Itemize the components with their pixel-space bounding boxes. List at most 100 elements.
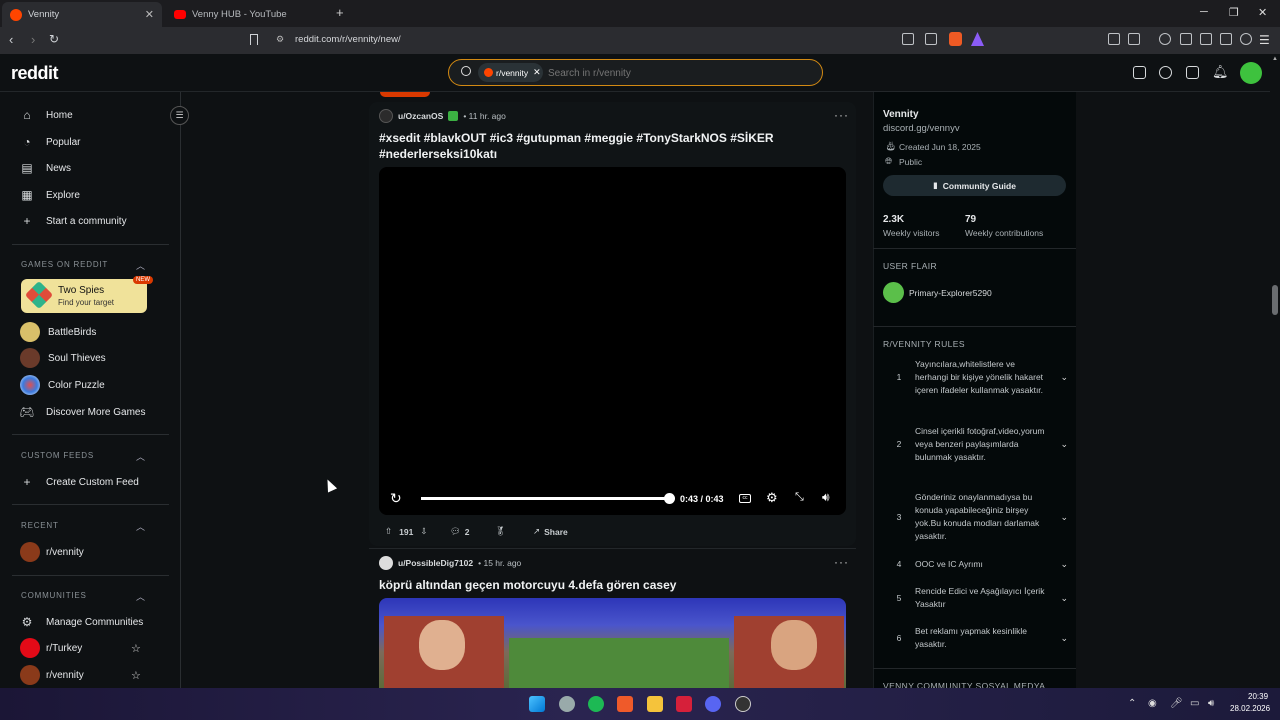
sidebar-item-news[interactable]: ▤ News — [20, 156, 71, 180]
sidebar-item-soul-thieves[interactable]: Soul Thieves — [20, 346, 106, 370]
rule-item[interactable]: 5 Rencide Edici ve Aşağılayıcı İçerik Ya… — [883, 585, 1068, 611]
microphone-icon[interactable]: 🎤︎ — [1170, 698, 1183, 709]
chevron-down-icon[interactable]: ⌄ — [1060, 558, 1068, 571]
sidebar-item-explore[interactable]: ▦ Explore — [20, 183, 80, 207]
menu-icon[interactable]: ☰ — [1259, 33, 1270, 47]
comments-button[interactable]: 💬︎ 2 — [450, 526, 470, 537]
tab-vennity[interactable]: Vennity ✕ — [2, 2, 162, 27]
brave-browser-icon[interactable] — [617, 696, 633, 712]
sidebar-item-turkey[interactable]: r/Turkey — [20, 636, 82, 660]
favorite-star-icon[interactable]: ☆ — [131, 642, 141, 655]
seek-handle[interactable] — [664, 493, 675, 504]
rule-item[interactable]: 1 Yayıncılara,whitelistlere ve herhangi … — [883, 358, 1068, 397]
sidebar-item-color-puzzle[interactable]: Color Puzzle — [20, 373, 105, 397]
maximize-button[interactable]: ❐ — [1229, 6, 1239, 19]
scroll-up-icon[interactable]: ▲ — [1272, 56, 1278, 62]
custom-feeds-header[interactable]: CUSTOM FEEDS — [21, 451, 94, 460]
sidebar-item-popular[interactable]: ◔ Popular — [20, 130, 80, 154]
chevron-down-icon[interactable]: ⌄ — [1060, 438, 1068, 451]
close-window-button[interactable]: ✕ — [1258, 6, 1267, 19]
chevron-down-icon[interactable]: ⌄ — [1060, 632, 1068, 645]
forward-icon[interactable]: › — [31, 32, 35, 47]
collapse-sidebar-button[interactable]: ☰ — [170, 106, 189, 125]
discord-icon[interactable] — [705, 696, 721, 712]
captions-icon[interactable]: cc — [739, 494, 751, 503]
sidebar-item-discover-games[interactable]: 🎮︎ Discover More Games — [19, 400, 145, 424]
user-avatar[interactable] — [379, 109, 393, 123]
reddit-logo[interactable]: reddit — [11, 63, 59, 84]
close-tab-icon[interactable]: ✕ — [145, 8, 154, 21]
cast-icon[interactable] — [902, 33, 914, 45]
scrollbar-thumb[interactable] — [1272, 285, 1278, 315]
volume-icon[interactable]: 🔊︎ — [822, 490, 830, 505]
new-tab-button[interactable]: + — [336, 5, 344, 20]
community-guide-button[interactable]: ▮ Community Guide — [883, 175, 1066, 196]
video-thumbnail[interactable] — [379, 598, 846, 688]
community-link[interactable]: discord.gg/vennyv — [883, 123, 960, 134]
chevron-up-icon[interactable]: ︿ — [136, 259, 145, 272]
chevron-down-icon[interactable]: ⌄ — [1060, 592, 1068, 605]
user-avatar[interactable] — [379, 556, 393, 570]
fullscreen-icon[interactable]: ⤡ — [795, 491, 804, 504]
sidebar-toggle-icon[interactable] — [1180, 33, 1192, 45]
post-title[interactable]: #xsedit #blavkOUT #ic3 #gutupman #meggie… — [379, 130, 799, 162]
clear-chip-icon[interactable]: ✕ — [533, 67, 541, 78]
media-icon[interactable] — [1159, 33, 1171, 45]
chevron-up-icon[interactable]: ︿ — [136, 520, 145, 533]
video-seek-bar[interactable] — [421, 497, 669, 500]
rule-item[interactable]: 6 Bet reklamı yapmak kesinlikle yasaktır… — [883, 625, 1068, 651]
games-section-header[interactable]: GAMES ON REDDIT — [21, 260, 108, 269]
tab-youtube[interactable]: Venny HUB - YouTube — [166, 2, 331, 27]
taskbar-time[interactable]: 20:39 — [1248, 692, 1268, 701]
bookmark-icon[interactable] — [250, 34, 258, 45]
post-author[interactable]: u/PossibleDig7102 — [398, 558, 473, 568]
manage-communities-item[interactable]: ⚙ Manage Communities — [20, 610, 144, 634]
rule-item[interactable]: 3 Gönderiniz onaylanmadıysa bu konuda ya… — [883, 491, 1068, 543]
tab-search-icon[interactable] — [1128, 33, 1140, 45]
settings-gear-icon[interactable]: ⚙ — [766, 490, 778, 506]
back-icon[interactable]: ‹ — [9, 32, 13, 47]
award-button[interactable]: 🏅︎ — [495, 526, 506, 537]
video-player[interactable] — [379, 167, 846, 515]
brave-shield-icon[interactable] — [949, 32, 962, 46]
discord-tray-icon[interactable]: ◉ — [1148, 698, 1157, 709]
favorite-star-icon[interactable]: ☆ — [131, 669, 141, 682]
sidebar-item-recent-vennity[interactable]: r/vennity — [20, 540, 84, 564]
post-title[interactable]: köprü altından geçen motorcuyu 4.defa gö… — [379, 577, 839, 593]
notifications-bell-icon[interactable]: 🔔︎ — [1212, 64, 1229, 80]
search-app-icon[interactable] — [559, 696, 575, 712]
create-custom-feed-item[interactable]: + Create Custom Feed — [20, 470, 138, 494]
create-post-icon[interactable] — [1186, 66, 1199, 79]
replay-icon[interactable]: ↻ — [390, 490, 402, 507]
vpn-icon[interactable] — [1240, 33, 1252, 45]
adobe-icon[interactable] — [676, 696, 692, 712]
share-icon[interactable] — [925, 33, 937, 45]
chat-icon[interactable] — [1159, 66, 1172, 79]
taskbar-date[interactable]: 28.02.2026 — [1230, 704, 1270, 713]
windows-start-icon[interactable] — [529, 696, 545, 712]
page-scrollbar[interactable] — [1270, 54, 1280, 688]
minimize-button[interactable]: ─ — [1200, 6, 1208, 18]
join-button-partial[interactable] — [380, 92, 430, 97]
search-input[interactable] — [548, 65, 808, 81]
extensions-icon[interactable] — [1108, 33, 1120, 45]
sidebar-item-vennity[interactable]: r/vennity — [20, 663, 84, 687]
spotify-icon[interactable] — [588, 696, 604, 712]
chevron-up-icon[interactable]: ︿ — [136, 450, 145, 463]
chevron-up-icon[interactable]: ︿ — [136, 590, 145, 603]
user-avatar[interactable] — [1240, 62, 1262, 84]
rule-item[interactable]: 2 Cinsel içerikli fotoğraf,video,yorum v… — [883, 425, 1068, 464]
post-author[interactable]: u/OzcanOS — [398, 111, 443, 121]
user-flair-name[interactable]: Primary-Explorer5290 — [909, 288, 992, 298]
reload-icon[interactable]: ↻ — [49, 32, 59, 46]
advertise-icon[interactable] — [1133, 66, 1146, 79]
address-bar[interactable]: reddit.com/r/vennity/new/ — [295, 34, 401, 45]
leo-ai-icon[interactable] — [1220, 33, 1232, 45]
search-community-chip[interactable]: r/vennity ✕ — [478, 63, 543, 82]
file-explorer-icon[interactable] — [647, 696, 663, 712]
chevron-down-icon[interactable]: ⌄ — [1060, 371, 1068, 384]
tray-overflow-icon[interactable]: ⌃ — [1128, 698, 1136, 709]
sidebar-item-home[interactable]: ⌂ Home — [20, 103, 72, 127]
share-button[interactable]: ↗ Share — [533, 526, 568, 537]
site-info-icon[interactable]: ⚙ — [276, 34, 284, 45]
